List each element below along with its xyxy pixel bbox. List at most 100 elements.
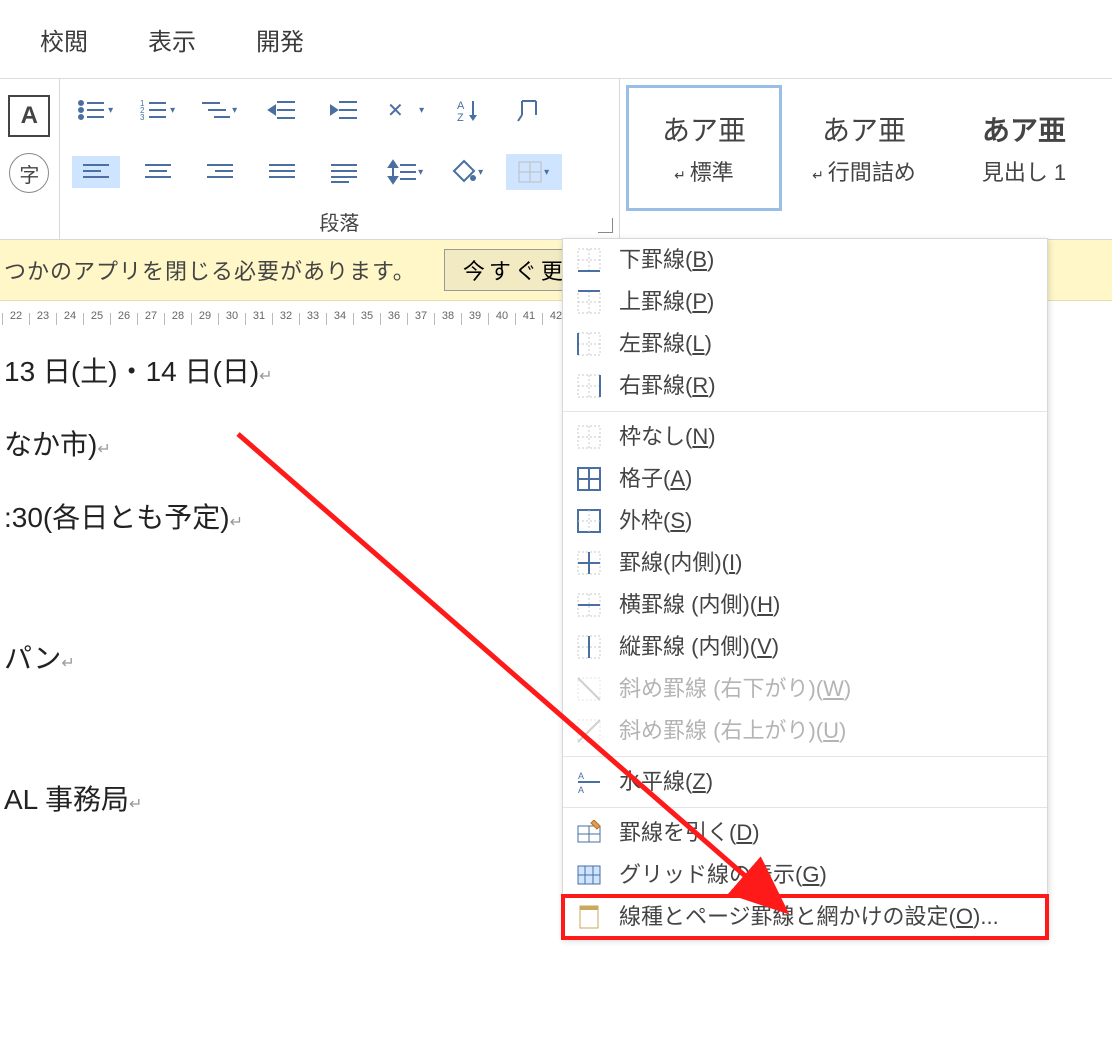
paragraph-group-label: 段落 <box>319 207 359 236</box>
border-menu-border-bottom[interactable]: 下罫線(B) <box>563 239 1047 281</box>
tab-review[interactable]: 校閲 <box>40 22 88 57</box>
menu-item-label: 線種とページ罫線と網かけの設定(O)... <box>619 906 999 928</box>
update-notice-text: つかのアプリを閉じる必要があります。 <box>4 254 416 286</box>
border-menu-border-inside-v[interactable]: 縦罫線 (内側)(V) <box>563 626 1047 668</box>
font-color-icon[interactable]: A <box>8 95 50 137</box>
decrease-indent-icon[interactable] <box>258 94 306 126</box>
menu-item-label: 格子(A) <box>619 468 692 490</box>
svg-text:3: 3 <box>140 113 145 122</box>
draw-table-icon <box>575 819 603 847</box>
style-name-label: ↵ 標準 <box>674 155 734 187</box>
tab-dev[interactable]: 開発 <box>256 22 304 57</box>
style-sample-text: あア亜 <box>822 109 906 149</box>
ribbon-styles-group: あア亜 ↵ 標準 あア亜 ↵ 行間詰め あア亜 見出し 1 <box>620 79 1112 239</box>
gridlines-icon <box>575 861 603 889</box>
menu-item-label: 罫線(内側)(I) <box>619 552 742 574</box>
borders-dropdown: 下罫線(B) 上罫線(P) 左罫線(L) 右罫線(R) 枠なし(N) 格子(A) 外枠(S)… <box>562 238 1048 939</box>
ruler-tick: 26 <box>110 313 137 325</box>
border-menu-border-inside-h[interactable]: 横罫線 (内側)(H) <box>563 584 1047 626</box>
page-border-icon <box>575 903 603 931</box>
border-inside-icon <box>575 549 603 577</box>
ruler-tick: 33 <box>299 313 326 325</box>
asian-layout-icon[interactable]: ✕▾ <box>382 94 430 126</box>
border-menu-border-left[interactable]: 左罫線(L) <box>563 323 1047 365</box>
border-menu-border-diag-up: 斜め罫線 (右上がり)(U) <box>563 710 1047 752</box>
sort-icon[interactable]: AZ <box>444 94 492 126</box>
multilevel-icon[interactable]: ▾ <box>196 94 244 126</box>
border-inside-v-icon <box>575 633 603 661</box>
border-menu-border-inside[interactable]: 罫線(内側)(I) <box>563 542 1047 584</box>
ruler-tick: 39 <box>461 313 488 325</box>
menu-item-label: 斜め罫線 (右上がり)(U) <box>619 720 846 742</box>
border-menu-border-none[interactable]: 枠なし(N) <box>563 416 1047 458</box>
ruler-tick: 29 <box>191 313 218 325</box>
border-bottom-icon <box>575 246 603 274</box>
ruler-tick: 38 <box>434 313 461 325</box>
menu-item-label: 縦罫線 (内側)(V) <box>619 636 779 658</box>
align-left-icon[interactable] <box>72 156 120 188</box>
ruler-tick: 22 <box>2 313 29 325</box>
increase-indent-icon[interactable] <box>320 94 368 126</box>
ruler-tick: 32 <box>272 313 299 325</box>
ruler-tick: 34 <box>326 313 353 325</box>
svg-text:A: A <box>578 785 584 795</box>
menu-item-label: 罫線を引く(D) <box>619 822 760 844</box>
border-left-icon <box>575 330 603 358</box>
tab-view[interactable]: 表示 <box>148 22 196 57</box>
menu-item-label: 横罫線 (内側)(H) <box>619 594 780 616</box>
menu-item-label: 上罫線(P) <box>619 291 714 313</box>
border-menu-page-border[interactable]: 線種とページ罫線と網かけの設定(O)... <box>563 896 1047 938</box>
ruler-tick: 40 <box>488 313 515 325</box>
border-diag-down-icon <box>575 675 603 703</box>
border-menu-gridlines[interactable]: グリッド線の表示(G) <box>563 854 1047 896</box>
border-top-icon <box>575 288 603 316</box>
ribbon-font-group: A 字 <box>0 79 60 239</box>
align-distribute-icon[interactable] <box>320 156 368 188</box>
border-menu-border-top[interactable]: 上罫線(P) <box>563 281 1047 323</box>
enclose-char-icon[interactable]: 字 <box>9 153 49 193</box>
menu-item-label: 斜め罫線 (右下がり)(W) <box>619 678 851 700</box>
style-no-spacing[interactable]: あア亜 ↵ 行間詰め <box>786 85 942 211</box>
menu-item-label: 外枠(S) <box>619 510 692 532</box>
ruler-tick: 41 <box>515 313 542 325</box>
ribbon: A 字 ▾ 123▾ ▾ ✕▾ AZ ▾ ▾ ▾ 段落 あア亜 <box>0 79 1112 240</box>
border-right-icon <box>575 372 603 400</box>
border-outside-icon <box>575 507 603 535</box>
line-spacing-icon[interactable]: ▾ <box>382 156 430 188</box>
border-menu-hr[interactable]: AA水平線(Z) <box>563 761 1047 803</box>
ribbon-paragraph-group: ▾ 123▾ ▾ ✕▾ AZ ▾ ▾ ▾ 段落 <box>60 79 620 239</box>
ruler-tick: 25 <box>83 313 110 325</box>
menu-item-label: 左罫線(L) <box>619 333 712 355</box>
show-marks-icon[interactable] <box>506 94 554 126</box>
numbering-icon[interactable]: 123▾ <box>134 94 182 126</box>
align-justify-icon[interactable] <box>258 156 306 188</box>
bullets-icon[interactable]: ▾ <box>72 94 120 126</box>
ruler-tick: 24 <box>56 313 83 325</box>
border-menu-border-diag-down: 斜め罫線 (右下がり)(W) <box>563 668 1047 710</box>
border-menu-border-all[interactable]: 格子(A) <box>563 458 1047 500</box>
ruler-tick: 28 <box>164 313 191 325</box>
border-diag-up-icon <box>575 717 603 745</box>
hr-icon: AA <box>575 768 603 796</box>
ruler-tick: 35 <box>353 313 380 325</box>
border-menu-draw-table[interactable]: 罫線を引く(D) <box>563 812 1047 854</box>
shading-icon[interactable]: ▾ <box>444 156 492 188</box>
borders-button[interactable]: ▾ <box>506 154 562 190</box>
ruler-tick: 27 <box>137 313 164 325</box>
ruler-tick: 37 <box>407 313 434 325</box>
ribbon-tabs: 校閲 表示 開発 <box>0 0 1112 79</box>
ruler-tick: 30 <box>218 313 245 325</box>
menu-item-label: 枠なし(N) <box>619 426 716 448</box>
style-heading1[interactable]: あア亜 見出し 1 <box>946 85 1102 211</box>
align-right-icon[interactable] <box>196 156 244 188</box>
svg-text:Z: Z <box>457 112 464 124</box>
style-name-label: 見出し 1 <box>982 155 1066 187</box>
ruler-tick: 23 <box>29 313 56 325</box>
border-inside-h-icon <box>575 591 603 619</box>
align-center-icon[interactable] <box>134 156 182 188</box>
menu-item-label: 右罫線(R) <box>619 375 716 397</box>
border-menu-border-outside[interactable]: 外枠(S) <box>563 500 1047 542</box>
menu-item-label: 下罫線(B) <box>619 249 714 271</box>
style-normal[interactable]: あア亜 ↵ 標準 <box>626 85 782 211</box>
border-menu-border-right[interactable]: 右罫線(R) <box>563 365 1047 407</box>
